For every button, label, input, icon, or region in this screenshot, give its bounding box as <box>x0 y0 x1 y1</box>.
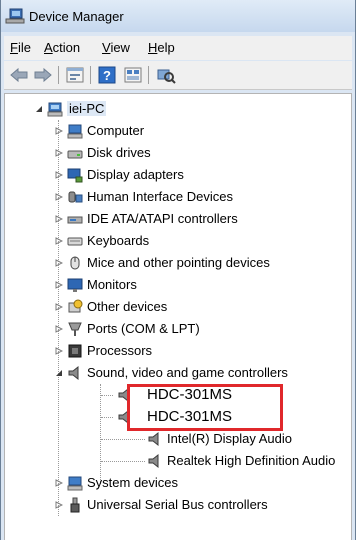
toolbar-separator <box>90 66 91 84</box>
window-title: Device Manager <box>29 9 124 24</box>
speaker-icon <box>68 365 79 381</box>
expand-triangle-icon[interactable] <box>55 259 63 267</box>
collapse-triangle-icon[interactable] <box>55 369 63 377</box>
tree-category-usb-controllers[interactable]: Universal Serial Bus controllers <box>5 494 345 516</box>
expand-triangle-icon[interactable] <box>55 237 63 245</box>
help-icon[interactable]: ? <box>96 65 118 85</box>
title-bar[interactable]: Device Manager <box>1 0 355 32</box>
disk-drive-icon <box>67 150 83 159</box>
update-driver-icon[interactable] <box>122 65 144 85</box>
usb-icon <box>70 497 80 513</box>
tree-root-node[interactable]: iei-PC <box>5 98 345 120</box>
expand-triangle-icon[interactable] <box>55 215 63 223</box>
expand-triangle-icon[interactable] <box>55 149 63 157</box>
tree-category-other-devices[interactable]: Other devices <box>5 296 345 318</box>
expand-triangle-icon[interactable] <box>55 193 63 201</box>
expand-triangle-icon[interactable] <box>55 281 63 289</box>
tree-category-display-adapters[interactable]: Display adapters <box>5 164 345 186</box>
tree-category-human-interface-devices[interactable]: Human Interface Devices <box>5 186 345 208</box>
forward-arrow-icon[interactable] <box>32 65 54 85</box>
tree-category-processors[interactable]: Processors <box>5 340 345 362</box>
tree-category-mice[interactable]: Mice and other pointing devices <box>5 252 345 274</box>
speaker-icon <box>148 453 159 469</box>
ide-controller-icon <box>67 216 83 224</box>
computer-icon <box>67 124 83 139</box>
expand-triangle-icon[interactable] <box>55 303 63 311</box>
processor-icon <box>68 344 82 358</box>
expand-triangle-icon[interactable] <box>55 347 63 355</box>
hdc-301ms-highlight-box <box>127 384 283 431</box>
expand-triangle-icon[interactable] <box>55 127 63 135</box>
mouse-icon <box>70 256 80 270</box>
menu-action[interactable]: Action <box>44 40 80 55</box>
expand-triangle-icon[interactable] <box>55 501 63 509</box>
keyboard-icon <box>67 237 83 246</box>
tree-device-intel-display-audio[interactable]: Intel(R) Display Audio <box>5 428 345 450</box>
tree-category-computer[interactable]: Computer <box>5 120 345 142</box>
expand-triangle-icon[interactable] <box>55 479 63 487</box>
monitor-icon <box>67 278 83 292</box>
tree-category-system-devices[interactable]: System devices <box>5 472 345 494</box>
tree-category-monitors[interactable]: Monitors <box>5 274 345 296</box>
tree-device-realtek-hd-audio[interactable]: Realtek High Definition Audio <box>5 450 345 472</box>
tree-category-keyboards[interactable]: Keyboards <box>5 230 345 252</box>
computer-icon <box>47 102 63 117</box>
expand-triangle-icon[interactable] <box>55 171 63 179</box>
device-manager-icon <box>5 8 25 24</box>
tree-category-ide-ata-atapi[interactable]: IDE ATA/ATAPI controllers <box>5 208 345 230</box>
tree-category-ports[interactable]: Ports (COM & LPT) <box>5 318 345 340</box>
menu-help[interactable]: Help <box>148 40 175 55</box>
menu-file[interactable]: File <box>10 40 31 55</box>
tree-category-sound-video-game[interactable]: Sound, video and game controllers <box>5 362 345 384</box>
display-adapter-icon <box>67 168 83 183</box>
toolbar-separator <box>58 66 59 84</box>
toolbar-separator <box>148 66 149 84</box>
device-manager-window: Device Manager File Action View Help ? i… <box>0 0 356 540</box>
speaker-icon <box>148 431 159 447</box>
scan-hardware-icon[interactable] <box>154 65 176 85</box>
toolbar: ? <box>4 61 352 90</box>
collapse-triangle-icon[interactable] <box>35 105 43 113</box>
port-icon <box>68 322 82 336</box>
system-device-icon <box>67 476 83 491</box>
unknown-device-icon <box>68 299 83 313</box>
properties-icon[interactable] <box>64 65 86 85</box>
menu-bar: File Action View Help <box>4 36 352 60</box>
tree-category-disk-drives[interactable]: Disk drives <box>5 142 345 164</box>
menu-view[interactable]: View <box>102 40 130 55</box>
hid-icon <box>68 191 83 203</box>
back-arrow-icon[interactable] <box>8 65 30 85</box>
device-tree[interactable]: iei-PC Computer Disk drives Display adap… <box>4 93 352 540</box>
svg-text:?: ? <box>103 68 111 83</box>
expand-triangle-icon[interactable] <box>55 325 63 333</box>
